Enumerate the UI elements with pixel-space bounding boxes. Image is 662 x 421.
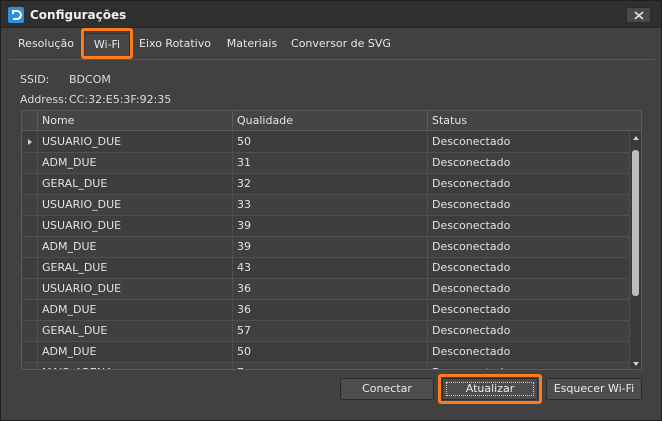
vertical-scrollbar[interactable] — [629, 132, 641, 369]
cell-nome: USUARIO_DUE — [38, 132, 233, 152]
cell-status: Desconectado — [432, 198, 511, 211]
focus-rect — [446, 382, 534, 396]
tab-conversor-svg[interactable]: Conversor de SVG — [291, 33, 391, 59]
row-selector-cell[interactable] — [22, 153, 38, 173]
title-bar: Configurações — [1, 1, 661, 28]
tab-divider — [9, 59, 655, 60]
tab-materiais[interactable]: Materiais — [222, 33, 282, 59]
cell-nome: GERAL_DUE — [38, 321, 233, 341]
cell-status: Desconectado — [432, 324, 511, 337]
refresh-button[interactable]: Atualizar — [442, 378, 538, 400]
cell-status: Desconectado — [432, 303, 511, 316]
tab-wifi[interactable]: Wi-Fi — [84, 33, 130, 59]
row-selector-cell[interactable] — [22, 300, 38, 320]
table-row[interactable]: ADM_DUE 50 Desconectado — [22, 342, 629, 363]
row-selector-cell[interactable] — [22, 321, 38, 341]
cell-qualidade: 39 — [233, 237, 428, 257]
tab-resolucao[interactable]: Resolução — [15, 33, 77, 59]
cell-status: Desconectado — [432, 345, 511, 358]
table-row[interactable]: ADM_DUE 36 Desconectado — [22, 300, 629, 321]
table-body: USUARIO_DUE 50 Desconectado ADM_DUE 31 Descon… — [22, 132, 629, 369]
row-selector-cell[interactable] — [22, 237, 38, 257]
cell-nome: GERAL_DUE — [38, 258, 233, 278]
ssid-value: BDCOM — [69, 73, 111, 86]
tab-bar: Resolução Wi-Fi Eixo Rotativo Materiais … — [1, 29, 661, 59]
row-selector-cell[interactable] — [22, 174, 38, 194]
address-label: Address: — [20, 93, 68, 106]
table-row[interactable]: MAIS_ARENA7Desconectado — [22, 363, 629, 369]
column-header-qualidade[interactable]: Qualidade — [233, 111, 428, 131]
cell-qualidade: 7 — [233, 363, 428, 369]
cell-status: Desconectado — [432, 219, 511, 232]
cell-qualidade: 50 — [233, 132, 428, 152]
row-selector-cell[interactable] — [22, 342, 38, 362]
cell-qualidade: 31 — [233, 153, 428, 173]
table-row[interactable]: ADM_DUE 31 Desconectado — [22, 153, 629, 174]
settings-dialog: Configurações Resolução Wi-Fi Eixo Rotat… — [0, 0, 662, 421]
cell-status: Desconectado — [432, 261, 511, 274]
address-value: CC:32:E5:3F:92:35 — [69, 93, 172, 106]
row-selector-cell[interactable] — [22, 279, 38, 299]
row-selector-cell[interactable] — [22, 258, 38, 278]
cell-qualidade: 32 — [233, 174, 428, 194]
table-row[interactable]: GERAL_DUE 32 Desconectado — [22, 174, 629, 195]
cell-nome: MAIS_ARENA — [38, 363, 233, 369]
wifi-network-table[interactable]: Nome Qualidade Status USUARIO_DUE 50 Desco… — [21, 110, 642, 370]
table-row[interactable]: USUARIO_DUE 36 Desconectado — [22, 279, 629, 300]
cell-qualidade: 36 — [233, 300, 428, 320]
cell-nome: USUARIO_DUE — [38, 195, 233, 215]
cell-status: Desconectado — [432, 282, 511, 295]
cell-qualidade: 39 — [233, 216, 428, 236]
cell-nome: ADM_DUE — [38, 342, 233, 362]
scrollbar-thumb[interactable] — [632, 150, 639, 296]
row-selector-cell[interactable] — [22, 216, 38, 236]
forget-wifi-button[interactable]: Esquecer Wi-Fi — [546, 378, 642, 400]
cell-nome: ADM_DUE — [38, 237, 233, 257]
table-row[interactable]: GERAL_DUE 43 Desconectado — [22, 258, 629, 279]
cell-nome: USUARIO_DUE — [38, 279, 233, 299]
app-logo-icon — [8, 7, 24, 23]
close-button[interactable] — [626, 7, 651, 23]
row-header-corner — [22, 111, 38, 131]
cell-qualidade: 36 — [233, 279, 428, 299]
cell-qualidade: 50 — [233, 342, 428, 362]
current-row-arrow-icon — [28, 139, 32, 145]
cell-status: Desconectado — [432, 177, 511, 190]
cell-status: Desconectado — [432, 135, 511, 148]
cell-status: Desconectado — [432, 156, 511, 169]
table-row[interactable]: ADM_DUE 39 Desconectado — [22, 237, 629, 258]
table-row[interactable]: USUARIO_DUE 33 Desconectado — [22, 195, 629, 216]
table-row[interactable]: GERAL_DUE 57 Desconectado — [22, 321, 629, 342]
cell-nome: ADM_DUE — [38, 153, 233, 173]
tab-eixo-rotativo[interactable]: Eixo Rotativo — [136, 33, 214, 59]
scroll-down-icon[interactable] — [633, 362, 639, 366]
connect-button[interactable]: Conectar — [340, 378, 434, 400]
table-header: Nome Qualidade Status — [22, 111, 641, 131]
cell-status: Desconectado — [432, 240, 511, 253]
cell-nome: ADM_DUE — [38, 300, 233, 320]
column-header-status[interactable]: Status — [428, 111, 641, 131]
row-selector-cell[interactable] — [22, 195, 38, 215]
row-selector-cell[interactable] — [22, 363, 38, 369]
table-row[interactable]: USUARIO_DUE 39 Desconectado — [22, 216, 629, 237]
ssid-label: SSID: — [20, 73, 50, 86]
column-header-nome[interactable]: Nome — [38, 111, 233, 131]
close-icon — [634, 11, 644, 20]
cell-qualidade: 43 — [233, 258, 428, 278]
scroll-up-icon[interactable] — [633, 136, 639, 140]
cell-qualidade: 57 — [233, 321, 428, 341]
cell-qualidade: 33 — [233, 195, 428, 215]
cell-nome: USUARIO_DUE — [38, 216, 233, 236]
window-title: Configurações — [30, 8, 127, 22]
cell-status: Desconectado — [428, 363, 629, 369]
table-row[interactable]: USUARIO_DUE 50 Desconectado — [22, 132, 629, 153]
cell-nome: GERAL_DUE — [38, 174, 233, 194]
row-selector-cell[interactable] — [22, 132, 38, 152]
